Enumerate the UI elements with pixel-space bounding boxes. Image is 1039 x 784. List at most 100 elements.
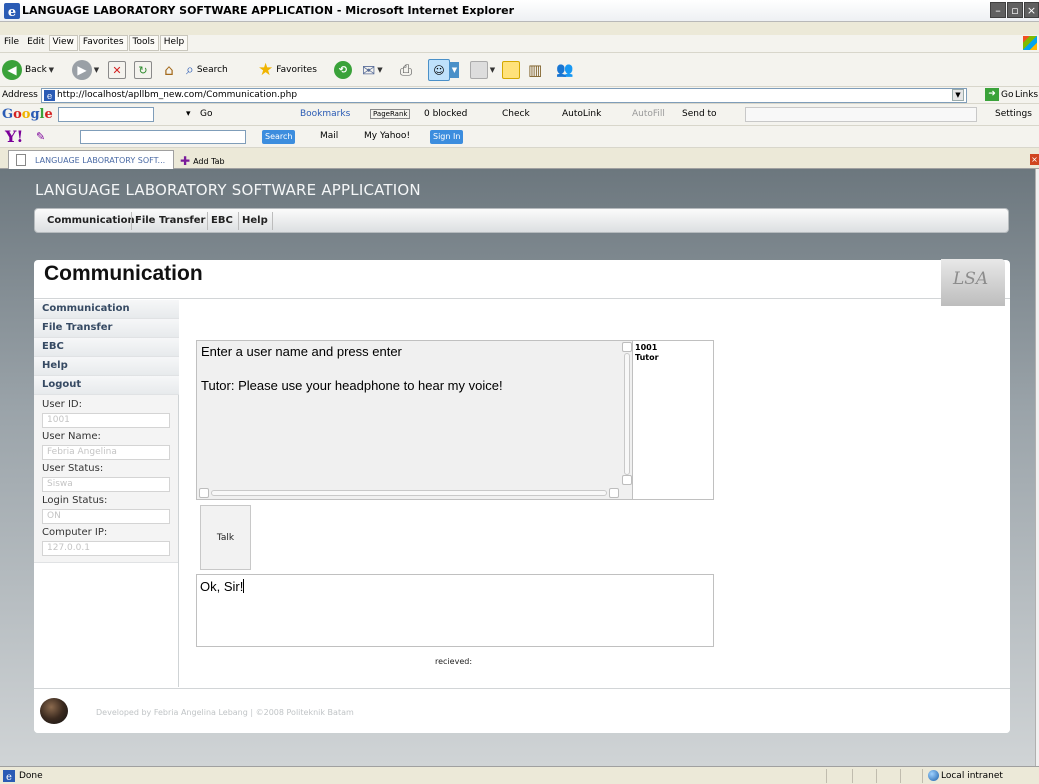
messenger-button[interactable]: ☺ ▼ — [428, 58, 459, 82]
chevron-down-icon[interactable]: ▼ — [47, 62, 56, 78]
google-settings-button[interactable]: Settings — [995, 109, 1032, 119]
sendto-button[interactable]: Send to — [682, 109, 717, 119]
pagerank-button[interactable]: PageRank — [370, 109, 411, 119]
chat-vertical-scrollbar[interactable] — [621, 341, 633, 486]
menu-tools[interactable]: Tools — [128, 35, 159, 51]
logo-text: LSA — [953, 269, 989, 289]
scroll-right-icon[interactable] — [609, 488, 619, 498]
message-input[interactable]: Ok, Sir! — [196, 574, 714, 647]
login-status-label: Login Status: — [42, 495, 108, 506]
chevron-down-icon[interactable]: ▼ — [488, 62, 497, 78]
search-button[interactable]: ⌕ Search — [186, 58, 228, 82]
menu-help[interactable]: Help — [159, 35, 189, 51]
user-name-label: User Name: — [42, 431, 101, 442]
user-id-field[interactable]: 1001 — [42, 413, 170, 428]
address-dropdown-icon[interactable]: ▼ — [952, 89, 964, 101]
login-status-field[interactable]: ON — [42, 509, 170, 524]
user-list[interactable]: 1001 Tutor — [633, 340, 714, 500]
nav-communication[interactable]: Communication — [47, 215, 135, 226]
google-toolbar: Google ▾ Go Bookmarks PageRank 0 blocked… — [0, 103, 1039, 125]
chat-horizontal-scrollbar[interactable] — [197, 486, 621, 500]
tab-label: LANGUAGE LABORATORY SOFT... — [35, 156, 166, 165]
bookmarks-button[interactable]: Bookmarks — [300, 109, 350, 119]
home-button[interactable]: ⌂ — [160, 58, 178, 82]
sidebar-item-logout[interactable]: Logout — [34, 376, 179, 395]
close-tab-icon[interactable]: × — [1030, 154, 1039, 165]
chevron-down-icon[interactable]: ▼ — [92, 62, 101, 78]
chevron-down-icon[interactable]: ▼ — [450, 62, 459, 78]
nav-help[interactable]: Help — [242, 215, 268, 226]
user-status-field[interactable]: Siswa — [42, 477, 170, 492]
app-title: LANGUAGE LABORATORY SOFTWARE APPLICATION — [35, 181, 421, 199]
messenger-people-button[interactable]: 👥 — [556, 58, 573, 82]
edit-button[interactable]: ▼ — [470, 58, 497, 82]
window-titlebar: e LANGUAGE LABORATORY SOFTWARE APPLICATI… — [0, 0, 1039, 22]
menu-edit[interactable]: Edit — [23, 35, 48, 51]
print-button[interactable]: ⎙ — [400, 58, 412, 82]
talk-button[interactable]: Talk — [200, 505, 251, 570]
scroll-track[interactable] — [211, 490, 607, 496]
sidebar-item-help[interactable]: Help — [34, 357, 179, 376]
forward-button[interactable]: ▶ ▼ — [72, 58, 101, 82]
user-list-item[interactable]: Tutor — [635, 353, 713, 363]
menu-view[interactable]: View — [48, 35, 78, 51]
tab-active[interactable]: LANGUAGE LABORATORY SOFT... — [8, 150, 174, 170]
maximize-icon[interactable]: ▫ — [1007, 2, 1023, 18]
yahoo-search-input[interactable] — [80, 130, 246, 144]
my-yahoo-button[interactable]: My Yahoo! — [364, 131, 410, 141]
close-icon[interactable]: × — [1024, 2, 1039, 18]
spellcheck-button[interactable]: Check — [502, 109, 530, 119]
minimize-icon[interactable]: – — [990, 2, 1006, 18]
edit-icon — [470, 61, 488, 79]
standard-toolbar: ◀ Back ▼ ▶ ▼ ✕ ↻ ⌂ ⌕ Search ★ Favorites … — [0, 52, 1039, 86]
page-scrollbar[interactable] — [1035, 169, 1039, 766]
scroll-down-icon[interactable] — [622, 475, 632, 485]
computer-ip-field[interactable]: 127.0.0.1 — [42, 541, 170, 556]
chevron-down-icon[interactable]: ▼ — [375, 62, 384, 78]
autofill-button[interactable]: AutoFill — [632, 109, 665, 119]
go-button[interactable]: ➜ Go — [985, 88, 1013, 101]
autolink-button[interactable]: AutoLink — [562, 109, 601, 119]
back-button[interactable]: ◀ Back ▼ — [2, 58, 56, 82]
menu-favorites[interactable]: Favorites — [78, 35, 128, 51]
back-label: Back — [25, 65, 47, 75]
menu-file[interactable]: File — [0, 35, 23, 51]
refresh-button[interactable]: ↻ — [134, 58, 152, 82]
user-list-item[interactable]: 1001 — [635, 343, 713, 353]
popup-blocked-button[interactable]: 0 blocked — [424, 109, 467, 119]
tab-bar: LANGUAGE LABORATORY SOFT... ✚ Add Tab × — [0, 147, 1039, 170]
sidebar-item-file-transfer[interactable]: File Transfer — [34, 319, 179, 338]
notes-button[interactable] — [502, 58, 520, 82]
google-go-button[interactable]: Go — [200, 109, 212, 119]
add-tab-button[interactable]: ✚ Add Tab — [180, 154, 225, 168]
yahoo-mail-button[interactable]: Mail — [320, 131, 338, 141]
links-button[interactable]: Links — [1015, 90, 1038, 100]
scroll-track[interactable] — [624, 353, 630, 475]
address-input[interactable]: e http://localhost/apllbm_new.com/Commun… — [41, 88, 967, 103]
scroll-left-icon[interactable] — [199, 488, 209, 498]
google-logo[interactable]: Google — [2, 107, 53, 122]
nav-file-transfer[interactable]: File Transfer — [135, 215, 206, 226]
yahoo-search-button[interactable]: Search — [262, 130, 296, 144]
chat-log[interactable]: Enter a user name and press enter Tutor:… — [196, 340, 633, 500]
stop-button[interactable]: ✕ — [108, 58, 126, 82]
nav-ebc[interactable]: EBC — [211, 215, 233, 226]
favorites-button[interactable]: ★ Favorites — [258, 58, 317, 82]
security-zone: Local intranet — [941, 771, 1003, 781]
status-divider — [852, 769, 853, 783]
google-search-input[interactable] — [58, 107, 154, 122]
nav-divider — [238, 212, 239, 230]
research-button[interactable]: ▥ — [528, 58, 542, 82]
scroll-up-icon[interactable] — [622, 342, 632, 352]
user-name-field[interactable]: Febria Angelina — [42, 445, 170, 460]
sidebar-item-ebc[interactable]: EBC — [34, 338, 179, 357]
yahoo-logo[interactable]: Y! — [5, 127, 23, 146]
svg-text:e: e — [6, 772, 12, 782]
google-dropdown-icon[interactable]: ▾ — [186, 109, 191, 119]
pencil-icon[interactable]: ✎ — [36, 130, 45, 143]
history-button[interactable]: ⟲ — [334, 58, 352, 82]
computer-ip-label: Computer IP: — [42, 527, 108, 538]
yahoo-signin-button[interactable]: Sign In — [430, 130, 464, 144]
sidebar-item-communication[interactable]: Communication — [34, 300, 179, 319]
mail-button[interactable]: ✉ ▼ — [362, 58, 384, 82]
